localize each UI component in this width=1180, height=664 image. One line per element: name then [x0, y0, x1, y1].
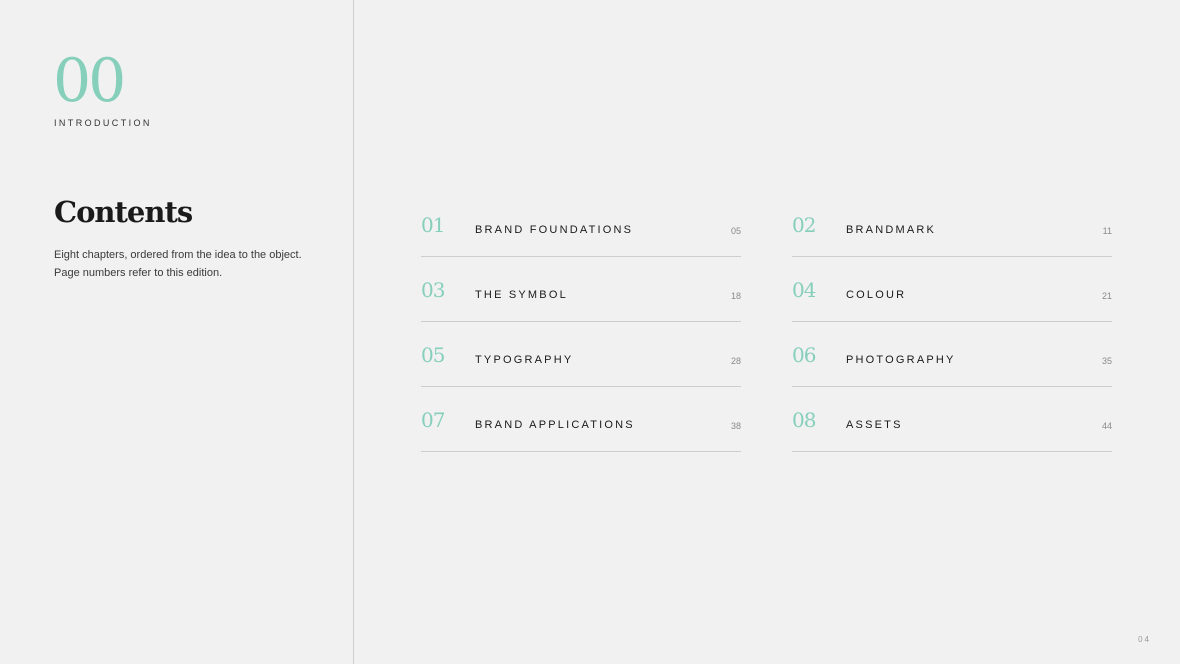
toc-chapter-title: THE SYMBOL [475, 289, 568, 301]
contents-description: Eight chapters, ordered from the idea to… [54, 249, 302, 279]
toc-page-number: 44 [1101, 421, 1112, 431]
toc-item-the-symbol[interactable]: 03 THE SYMBOL 18 [421, 257, 741, 322]
toc-chapter-number: 03 [421, 278, 445, 302]
vertical-divider [353, 0, 354, 664]
toc-chapter-title: BRAND APPLICATIONS [475, 419, 635, 431]
toc-chapter-number: 07 [421, 408, 445, 432]
toc-item-colour[interactable]: 04 COLOUR 21 [792, 257, 1112, 322]
toc-chapter-number: 08 [792, 408, 816, 432]
toc-chapter-number: 04 [792, 278, 816, 302]
section-number: 00 [53, 46, 126, 116]
toc-chapter-title: TYPOGRAPHY [475, 354, 574, 366]
toc-chapter-number: 05 [421, 343, 445, 367]
toc-item-brand-foundations[interactable]: 01 BRAND FOUNDATIONS 05 [421, 192, 741, 257]
toc-page-number: 21 [1101, 291, 1112, 301]
toc-page-number: 18 [730, 291, 741, 301]
toc-page-number: 28 [730, 356, 741, 366]
section-label: INTRODUCTION [54, 118, 152, 128]
table-of-contents: 01 BRAND FOUNDATIONS 05 02 BRANDMARK 11 … [421, 192, 1112, 452]
toc-chapter-number: 02 [792, 213, 816, 237]
toc-item-brand-applications[interactable]: 07 BRAND APPLICATIONS 38 [421, 387, 741, 452]
footer-page-number: 04 [1138, 635, 1151, 644]
toc-item-typography[interactable]: 05 TYPOGRAPHY 28 [421, 322, 741, 387]
document-page: 00 INTRODUCTION Contents Eight chapters,… [0, 0, 1180, 664]
toc-chapter-title: BRANDMARK [846, 224, 937, 236]
toc-chapter-number: 01 [421, 213, 445, 237]
toc-page-number: 05 [730, 226, 741, 236]
toc-page-number: 38 [730, 421, 741, 431]
toc-chapter-number: 06 [792, 343, 816, 367]
toc-item-assets[interactable]: 08 ASSETS 44 [792, 387, 1112, 452]
toc-chapter-title: ASSETS [846, 419, 903, 431]
toc-page-number: 11 [1102, 226, 1112, 236]
toc-item-photography[interactable]: 06 PHOTOGRAPHY 35 [792, 322, 1112, 387]
page-title: Contents [54, 195, 193, 229]
toc-chapter-title: PHOTOGRAPHY [846, 354, 956, 366]
toc-chapter-title: COLOUR [846, 289, 907, 301]
intro-panel: 00 INTRODUCTION Contents Eight chapters,… [0, 0, 353, 664]
toc-item-brandmark[interactable]: 02 BRANDMARK 11 [792, 192, 1112, 257]
toc-chapter-title: BRAND FOUNDATIONS [475, 224, 634, 236]
toc-page-number: 35 [1101, 356, 1112, 366]
